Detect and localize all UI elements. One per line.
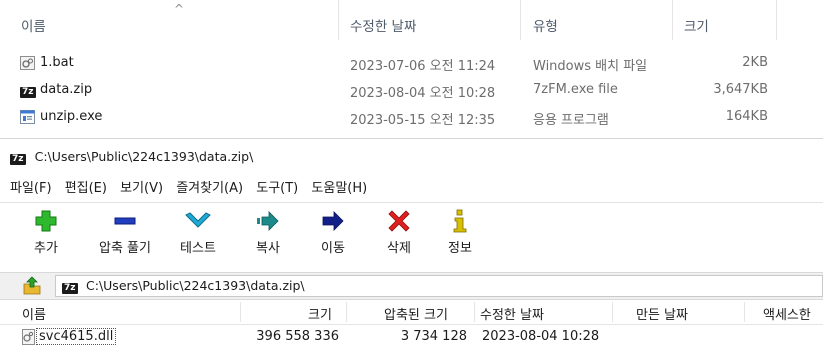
column-divider[interactable] [612,302,613,322]
menu-tools[interactable]: 도구(T) [256,177,298,196]
column-divider[interactable] [338,0,339,40]
test-button[interactable]: 테스트 [168,209,228,256]
dll-file-icon [22,329,35,345]
menu-file[interactable]: 파일(F) [10,177,52,196]
7zip-archive-icon: 7z [20,87,36,98]
menu-edit[interactable]: 편집(E) [65,177,107,196]
file-modified: 2023-08-04 오전 10:28 [350,86,496,101]
file-row[interactable]: unzip.exe 2023-05-15 오전 12:35 응용 프로그램 16… [0,106,823,128]
delete-label: 삭제 [387,241,411,256]
file-type: 응용 프로그램 [533,113,609,128]
column-header-name[interactable]: 이름 [21,15,46,35]
extract-label: 압축 풀기 [99,241,151,256]
file-type: 7zFM.exe file [533,82,618,97]
7zip-app-icon: 7z [10,154,26,165]
minus-icon [114,217,136,225]
copy-label: 복사 [256,241,280,256]
archive-entry-size: 396 558 336 [256,329,339,344]
plus-icon [35,210,57,232]
7zip-file-manager-window: 7z C:\Users\Public\224c1393\data.zip\ 파일… [0,138,823,352]
column-header-type[interactable]: 유형 [533,15,558,35]
checkmark-icon [185,212,211,228]
address-input[interactable]: 7z C:\Users\Public\224c1393\data.zip\ [55,275,823,297]
file-size: 164KB [725,109,768,124]
7zip-archive-icon: 7z [62,283,78,294]
exe-file-icon [20,110,35,124]
window-title: C:\Users\Public\224c1393\data.zip\ [34,149,254,164]
column-divider[interactable] [744,302,745,322]
column-header-size[interactable]: 크기 [684,15,709,35]
menu-bar: 파일(F) 편집(E) 보기(V) 즐겨찾기(A) 도구(T) 도움말(H) [10,177,376,199]
column-divider[interactable] [240,302,241,322]
column-header-accessed[interactable]: 액세스한 [763,304,811,323]
column-header-size[interactable]: 크기 [308,304,332,323]
column-header-created[interactable]: 만든 날짜 [636,304,688,323]
column-divider[interactable] [776,0,777,40]
menu-help[interactable]: 도움말(H) [311,177,367,196]
move-arrow-icon [322,211,344,231]
column-divider[interactable] [346,302,347,322]
column-header-modified[interactable]: 수정한 날짜 [480,304,544,323]
move-button[interactable]: 이동 [303,209,363,256]
file-modified: 2023-07-06 오전 11:24 [350,59,496,74]
extract-button[interactable]: 압축 풀기 [88,209,162,256]
file-name: data.zip [40,82,93,97]
archive-entry-packed-size: 3 734 128 [400,329,467,344]
archive-entry-name: svc4615.dll [36,328,117,345]
file-row[interactable]: 1.bat 2023-07-06 오전 11:24 Windows 배치 파일 … [0,52,823,74]
column-divider[interactable] [474,302,475,322]
info-label: 정보 [448,241,472,256]
column-divider[interactable] [672,0,673,40]
info-button[interactable]: 정보 [430,209,490,256]
file-name: 1.bat [40,55,74,70]
column-header-modified[interactable]: 수정한 날짜 [350,15,416,35]
add-button[interactable]: 추가 [16,209,76,256]
file-modified: 2023-05-15 오전 12:35 [350,113,496,128]
archive-row[interactable]: svc4615.dll 396 558 336 3 734 128 2023-0… [0,327,823,349]
menu-view[interactable]: 보기(V) [120,177,163,196]
test-label: 테스트 [180,241,216,256]
file-row[interactable]: 7z data.zip 2023-08-04 오전 10:28 7zFM.exe… [0,79,823,101]
file-name: unzip.exe [40,109,103,124]
add-label: 추가 [34,241,58,256]
file-size: 2KB [742,55,768,70]
delete-button[interactable]: 삭제 [369,209,429,256]
batch-file-icon [20,56,35,70]
archive-entry-modified: 2023-08-04 10:28 [482,329,600,344]
column-divider[interactable] [520,0,521,40]
info-icon [453,209,467,233]
delete-x-icon [388,210,410,232]
address-bar: 7z C:\Users\Public\224c1393\data.zip\ [0,272,823,300]
move-label: 이동 [321,241,345,256]
address-path: C:\Users\Public\224c1393\data.zip\ [86,278,305,293]
title-bar[interactable]: 7z C:\Users\Public\224c1393\data.zip\ [10,149,253,165]
column-header-packed-size[interactable]: 압축된 크기 [384,304,448,323]
file-type: Windows 배치 파일 [533,59,648,74]
toolbar: 추가 압축 풀기 테스트 복사 이동 삭제 정보 [0,202,823,273]
copy-arrow-icon [257,211,279,231]
copy-button[interactable]: 복사 [238,209,298,256]
menu-favorites[interactable]: 즐겨찾기(A) [176,177,243,196]
file-size: 3,647KB [713,82,768,97]
archive-list-header: 이름 크기 압축된 크기 수정한 날짜 만든 날짜 액세스한 [0,300,823,325]
file-explorer-list: 이름 ^ 수정한 날짜 유형 크기 1.bat 2023-07-06 오전 11… [0,0,823,138]
sort-ascending-indicator: ^ [174,2,185,16]
folder-up-icon[interactable] [22,276,42,296]
column-header-name[interactable]: 이름 [22,304,46,323]
